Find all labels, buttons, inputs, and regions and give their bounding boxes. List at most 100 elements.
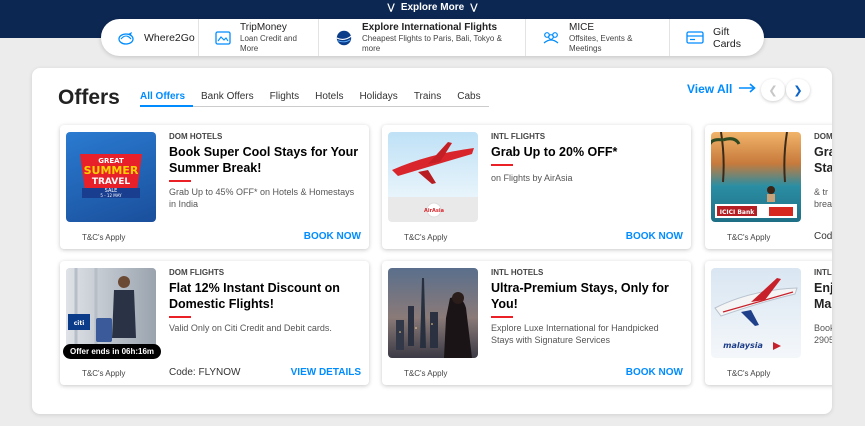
airasia-logo: AirAsia [424, 208, 444, 214]
nav-item-mice[interactable]: MICE Offsites, Events & Meetings [526, 19, 670, 56]
offer-category: INTL HOTELS [491, 268, 544, 277]
offer-card-partial[interactable]: malaysia INTL Enj Ma Book 2905 T&C's App… [705, 261, 832, 385]
view-all-label: View All [687, 82, 733, 96]
offer-description: Grab Up to 45% OFF* on Hotels & Homestay… [169, 187, 355, 209]
double-chevron-down-icon: ⋁ [470, 1, 478, 12]
view-details-button[interactable]: VIEW DETAILS [291, 367, 361, 378]
title-line: Sta [814, 161, 832, 175]
tab-bank-offers[interactable]: Bank Offers [193, 88, 262, 107]
offer-description: & tr brea [814, 187, 832, 210]
offer-category: DOM HOTELS [169, 132, 223, 141]
title-line: Enj [814, 281, 832, 295]
offer-title: Flat 12% Instant Discount on Domestic Fl… [169, 281, 340, 311]
tab-all-offers[interactable]: All Offers [140, 88, 194, 107]
chevron-left-icon: ❮ [768, 84, 778, 97]
title-line: Ma [814, 297, 832, 311]
nav-item-tripmoney[interactable]: TripMoney Loan Credit and More [199, 19, 319, 56]
badge-dates: 5 - 12 MAY [100, 193, 122, 198]
offer-card[interactable]: AirAsia INTL FLIGHTS Grab Up to 20% OFF*… [382, 125, 691, 249]
tc-apply[interactable]: T&C's Apply [404, 369, 447, 378]
offer-card-partial[interactable]: ICICI Bank DOM Gra Sta & tr brea T&C's A… [705, 125, 832, 249]
offer-category: DOM FLIGHTS [169, 268, 225, 277]
nav-subtitle: Cheapest Flights to Paris, Bali, Tokyo &… [362, 33, 502, 53]
offer-description: Valid Only on Citi Credit and Debit card… [169, 323, 332, 333]
title-line: Gra [814, 145, 832, 159]
offers-heading: Offers [58, 86, 120, 109]
offer-card[interactable]: GREAT SUMMER TRAVEL SALE 5 - 12 MAY DOM … [60, 125, 369, 249]
tc-apply[interactable]: T&C's Apply [727, 369, 770, 378]
offer-code: Cod [814, 231, 832, 242]
malaysia-logo: malaysia [723, 341, 763, 350]
city-skyline-image [388, 268, 478, 358]
tab-cabs[interactable]: Cabs [449, 88, 488, 107]
resort-pool-image: ICICI Bank [711, 132, 801, 222]
view-all-link[interactable]: View All [687, 82, 757, 96]
nav-title: Where2Go [144, 31, 195, 44]
book-now-button[interactable]: BOOK NOW [626, 231, 683, 242]
arrow-right-icon [738, 82, 757, 96]
offer-timer-badge: Offer ends in 06h:16m [63, 344, 162, 359]
nav-title: MICE [569, 21, 594, 33]
offers-tabs: All Offers Bank Offers Flights Hotels Ho… [140, 88, 489, 107]
svg-text:citi: citi [74, 320, 85, 327]
tab-hotels[interactable]: Hotels [307, 88, 351, 107]
malaysia-airlines-image: malaysia [711, 268, 801, 358]
nav-title: TripMoney [240, 21, 287, 33]
desc-line: brea [814, 198, 832, 209]
airasia-plane-image: AirAsia [388, 132, 478, 222]
carousel-prev-button[interactable]: ❮ [761, 79, 785, 101]
group-icon [542, 31, 560, 45]
offer-description: Explore Luxe International for Handpicke… [491, 323, 659, 345]
nav-item-international-flights[interactable]: Explore International Flights Cheapest F… [319, 19, 526, 56]
tc-apply[interactable]: T&C's Apply [82, 369, 125, 378]
red-divider [491, 164, 513, 166]
badge-line: TRAVEL [92, 177, 131, 187]
book-now-button[interactable]: BOOK NOW [626, 367, 683, 378]
offer-card[interactable]: INTL HOTELS Ultra-Premium Stays, Only fo… [382, 261, 691, 385]
red-divider [491, 316, 513, 318]
offer-title: Ultra-Premium Stays, Only for You! [491, 281, 669, 311]
tab-flights[interactable]: Flights [262, 88, 307, 107]
book-now-button[interactable]: BOOK NOW [304, 231, 361, 242]
icici-logo: ICICI Bank [720, 209, 755, 216]
offers-panel: Offers All Offers Bank Offers Flights Ho… [32, 68, 832, 414]
tc-apply[interactable]: T&C's Apply [82, 233, 125, 242]
offer-description: on Flights by AirAsia [491, 173, 573, 183]
tripmoney-icon [215, 30, 231, 45]
tc-apply[interactable]: T&C's Apply [727, 233, 770, 242]
promo-code: Code: FLYNOW [169, 367, 241, 378]
nav-title: Explore International Flights [362, 21, 498, 33]
globe-plane-icon [117, 31, 135, 45]
offer-title: Grab Up to 20% OFF* [491, 145, 618, 159]
offer-category: INTL [814, 268, 832, 277]
red-divider [169, 316, 191, 318]
nav-subtitle: Loan Credit and More [240, 33, 297, 53]
offer-description: Book 2905 [814, 323, 832, 346]
nav-item-where2go[interactable]: Where2Go [101, 19, 199, 56]
tab-holidays[interactable]: Holidays [351, 88, 405, 107]
offer-title: Book Super Cool Stays for Your Summer Br… [169, 145, 359, 175]
nav-subtitle: Offsites, Events & Meetings [569, 33, 633, 53]
secondary-nav: Where2Go TripMoney Loan Credit and More … [101, 19, 764, 56]
nav-item-gift-cards[interactable]: Gift Cards [670, 19, 764, 56]
summer-sale-image: GREAT SUMMER TRAVEL SALE 5 - 12 MAY [66, 132, 156, 222]
offer-card[interactable]: citi Offer ends in 06h:16m DOM FLIGHTS F… [60, 261, 369, 385]
desc-line: 2905 [814, 334, 832, 345]
chevron-right-icon: ❯ [793, 84, 803, 97]
tc-apply[interactable]: T&C's Apply [404, 233, 447, 242]
explore-more-label: Explore More [400, 1, 465, 13]
nav-title: Gift Cards [713, 25, 742, 50]
red-divider [169, 180, 191, 182]
gift-card-icon [686, 31, 704, 45]
desc-line: Book [814, 323, 832, 333]
offer-title: Enj Ma [814, 280, 832, 312]
offer-title: Gra Sta [814, 144, 832, 176]
globe-icon [335, 30, 353, 45]
explore-more-link[interactable]: ⋁ Explore More ⋁ [0, 0, 865, 14]
desc-line: & tr [814, 187, 829, 197]
carousel-next-button[interactable]: ❯ [786, 79, 810, 101]
badge-line: SUMMER [84, 164, 139, 177]
tab-trains[interactable]: Trains [406, 88, 449, 107]
double-chevron-down-icon: ⋁ [387, 1, 395, 12]
offer-category: DOM [814, 132, 832, 141]
